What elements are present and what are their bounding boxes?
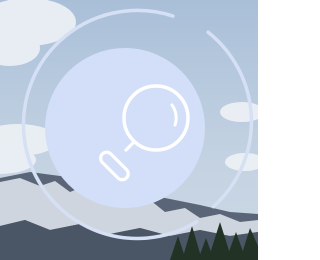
search-icon xyxy=(99,84,190,182)
magnifier-neck xyxy=(124,140,136,152)
search-button[interactable] xyxy=(45,48,205,208)
ring-arc-right xyxy=(206,30,254,209)
magnifier-lens xyxy=(122,84,190,152)
magnifier-glint xyxy=(170,103,178,127)
magnifier-handle xyxy=(99,150,130,182)
